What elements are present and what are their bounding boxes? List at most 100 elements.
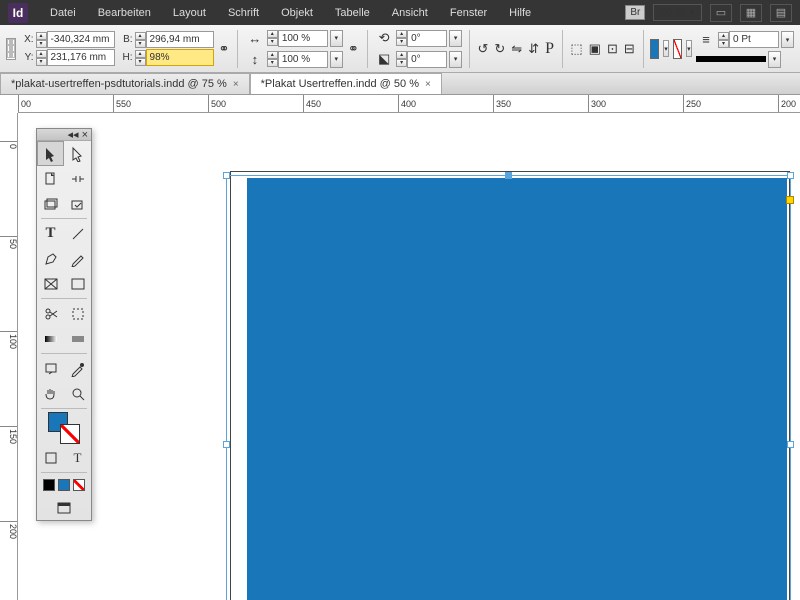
eyedropper-tool[interactable] [64, 356, 91, 381]
handle-mid-left[interactable] [223, 441, 230, 448]
reference-point[interactable] [6, 38, 16, 60]
h-input[interactable] [146, 49, 214, 66]
stroke-color-icon[interactable] [60, 424, 80, 444]
pen-tool[interactable] [37, 246, 64, 271]
content-collector-tool[interactable] [37, 191, 64, 216]
h-label: H: [119, 52, 133, 63]
gradient-feather-tool[interactable] [64, 326, 91, 351]
scale-y-dd[interactable]: ▾ [330, 51, 343, 68]
arrange-docs-icon[interactable]: ▦ [740, 4, 762, 22]
handle-top-left[interactable] [223, 172, 230, 179]
workspace-icon[interactable]: ▤ [770, 4, 792, 22]
char-panel-icon[interactable]: P [544, 39, 555, 59]
stroke-dd[interactable]: ▾ [686, 40, 692, 57]
page-tool[interactable] [37, 166, 64, 191]
menu-schrift[interactable]: Schrift [218, 4, 269, 22]
gap-tool[interactable] [64, 166, 91, 191]
close-icon[interactable]: × [233, 79, 239, 90]
menu-bar: Id Datei Bearbeiten Layout Schrift Objek… [0, 0, 800, 25]
handle-mid-right[interactable] [787, 441, 794, 448]
rectangle-frame-tool[interactable] [37, 271, 64, 296]
line-tool[interactable] [64, 221, 91, 246]
selection-tool[interactable] [37, 141, 64, 166]
rotate-cw-icon[interactable]: ↻ [493, 39, 506, 59]
zoom-level[interactable]: 50 %▾ [653, 4, 702, 21]
zoom-tool[interactable] [64, 381, 91, 406]
shear-input[interactable] [407, 51, 447, 68]
live-corner-handle[interactable] [786, 196, 794, 204]
y-down[interactable]: ▾ [36, 58, 47, 66]
stroke-weight-input[interactable] [729, 31, 779, 48]
tab-doc-1[interactable]: *plakat-usertreffen-psdtutorials.indd @ … [0, 73, 250, 94]
stroke-style[interactable] [696, 56, 766, 62]
screen-mode-icon[interactable]: ▭ [710, 4, 732, 22]
menu-ansicht[interactable]: Ansicht [382, 4, 438, 22]
menu-tabelle[interactable]: Tabelle [325, 4, 380, 22]
apply-black-icon[interactable] [43, 479, 55, 491]
scale-y-input[interactable] [278, 51, 328, 68]
x-input[interactable] [47, 31, 115, 48]
stroke-swatch-none[interactable] [673, 39, 682, 59]
free-transform-tool[interactable] [64, 301, 91, 326]
constrain-scale-icon[interactable]: ⚭ [347, 39, 360, 59]
scissors-tool[interactable] [37, 301, 64, 326]
horizontal-ruler[interactable]: 00 550 500 450 400 350 300 250 200 [18, 95, 800, 113]
apply-none-icon[interactable] [73, 479, 85, 491]
handle-top-mid[interactable] [505, 172, 512, 179]
close-icon[interactable]: × [82, 129, 88, 141]
y-label: Y: [20, 52, 34, 63]
note-tool[interactable] [37, 356, 64, 381]
view-mode-toggle[interactable] [37, 495, 91, 520]
constrain-wh-icon[interactable]: ⚭ [218, 39, 231, 59]
scale-x-input[interactable] [278, 30, 328, 47]
vertical-ruler[interactable]: 0 50 100 150 200 [0, 113, 18, 600]
collapse-icon[interactable]: ◂◂ [68, 128, 79, 141]
format-container-icon[interactable] [37, 445, 64, 470]
menu-layout[interactable]: Layout [163, 4, 216, 22]
rectangle-tool[interactable] [64, 271, 91, 296]
tab-doc-2[interactable]: *Plakat Usertreffen.indd @ 50 %× [250, 73, 442, 94]
fit-frame-icon[interactable]: ⊟ [623, 39, 636, 59]
fill-swatch[interactable] [650, 39, 659, 59]
handle-top-right[interactable] [787, 172, 794, 179]
close-icon[interactable]: × [425, 79, 431, 90]
rotate-ccw-icon[interactable]: ↺ [476, 39, 489, 59]
canvas[interactable] [18, 113, 800, 600]
select-content-icon[interactable]: ▣ [588, 39, 602, 59]
x-up[interactable]: ▴ [36, 32, 47, 40]
w-label: B: [119, 34, 133, 45]
y-input[interactable] [47, 49, 115, 66]
bridge-button[interactable]: Br [625, 5, 645, 20]
y-up[interactable]: ▴ [36, 50, 47, 58]
w-up[interactable]: ▴ [135, 32, 146, 40]
hand-tool[interactable] [37, 381, 64, 406]
apply-color-icon[interactable] [58, 479, 70, 491]
fit-content-icon[interactable]: ⊡ [606, 39, 619, 59]
direct-selection-tool[interactable] [64, 141, 91, 166]
content-placer-tool[interactable] [64, 191, 91, 216]
h-down[interactable]: ▾ [135, 58, 146, 66]
fill-stroke-control[interactable] [37, 411, 91, 445]
select-container-icon[interactable]: ⬚ [569, 39, 583, 59]
x-down[interactable]: ▾ [36, 40, 47, 48]
h-up[interactable]: ▴ [135, 50, 146, 58]
menu-hilfe[interactable]: Hilfe [499, 4, 541, 22]
menu-bearbeiten[interactable]: Bearbeiten [88, 4, 161, 22]
menu-datei[interactable]: Datei [40, 4, 86, 22]
rotate-input[interactable] [407, 30, 447, 47]
fill-dd[interactable]: ▾ [663, 40, 669, 57]
flip-v-icon[interactable]: ⇵ [527, 39, 540, 59]
format-text-icon[interactable]: T [64, 445, 91, 470]
menu-fenster[interactable]: Fenster [440, 4, 497, 22]
app-logo-icon: Id [8, 3, 28, 23]
panel-header[interactable]: ◂◂× [37, 129, 91, 141]
scale-x-dd[interactable]: ▾ [330, 30, 343, 47]
gradient-swatch-tool[interactable] [37, 326, 64, 351]
menu-objekt[interactable]: Objekt [271, 4, 323, 22]
w-down[interactable]: ▾ [135, 40, 146, 48]
w-input[interactable] [146, 31, 214, 48]
type-tool[interactable]: T [37, 221, 64, 246]
pencil-tool[interactable] [64, 246, 91, 271]
flip-h-icon[interactable]: ⇋ [510, 39, 523, 59]
scale-y-icon: ↕ [245, 49, 265, 69]
